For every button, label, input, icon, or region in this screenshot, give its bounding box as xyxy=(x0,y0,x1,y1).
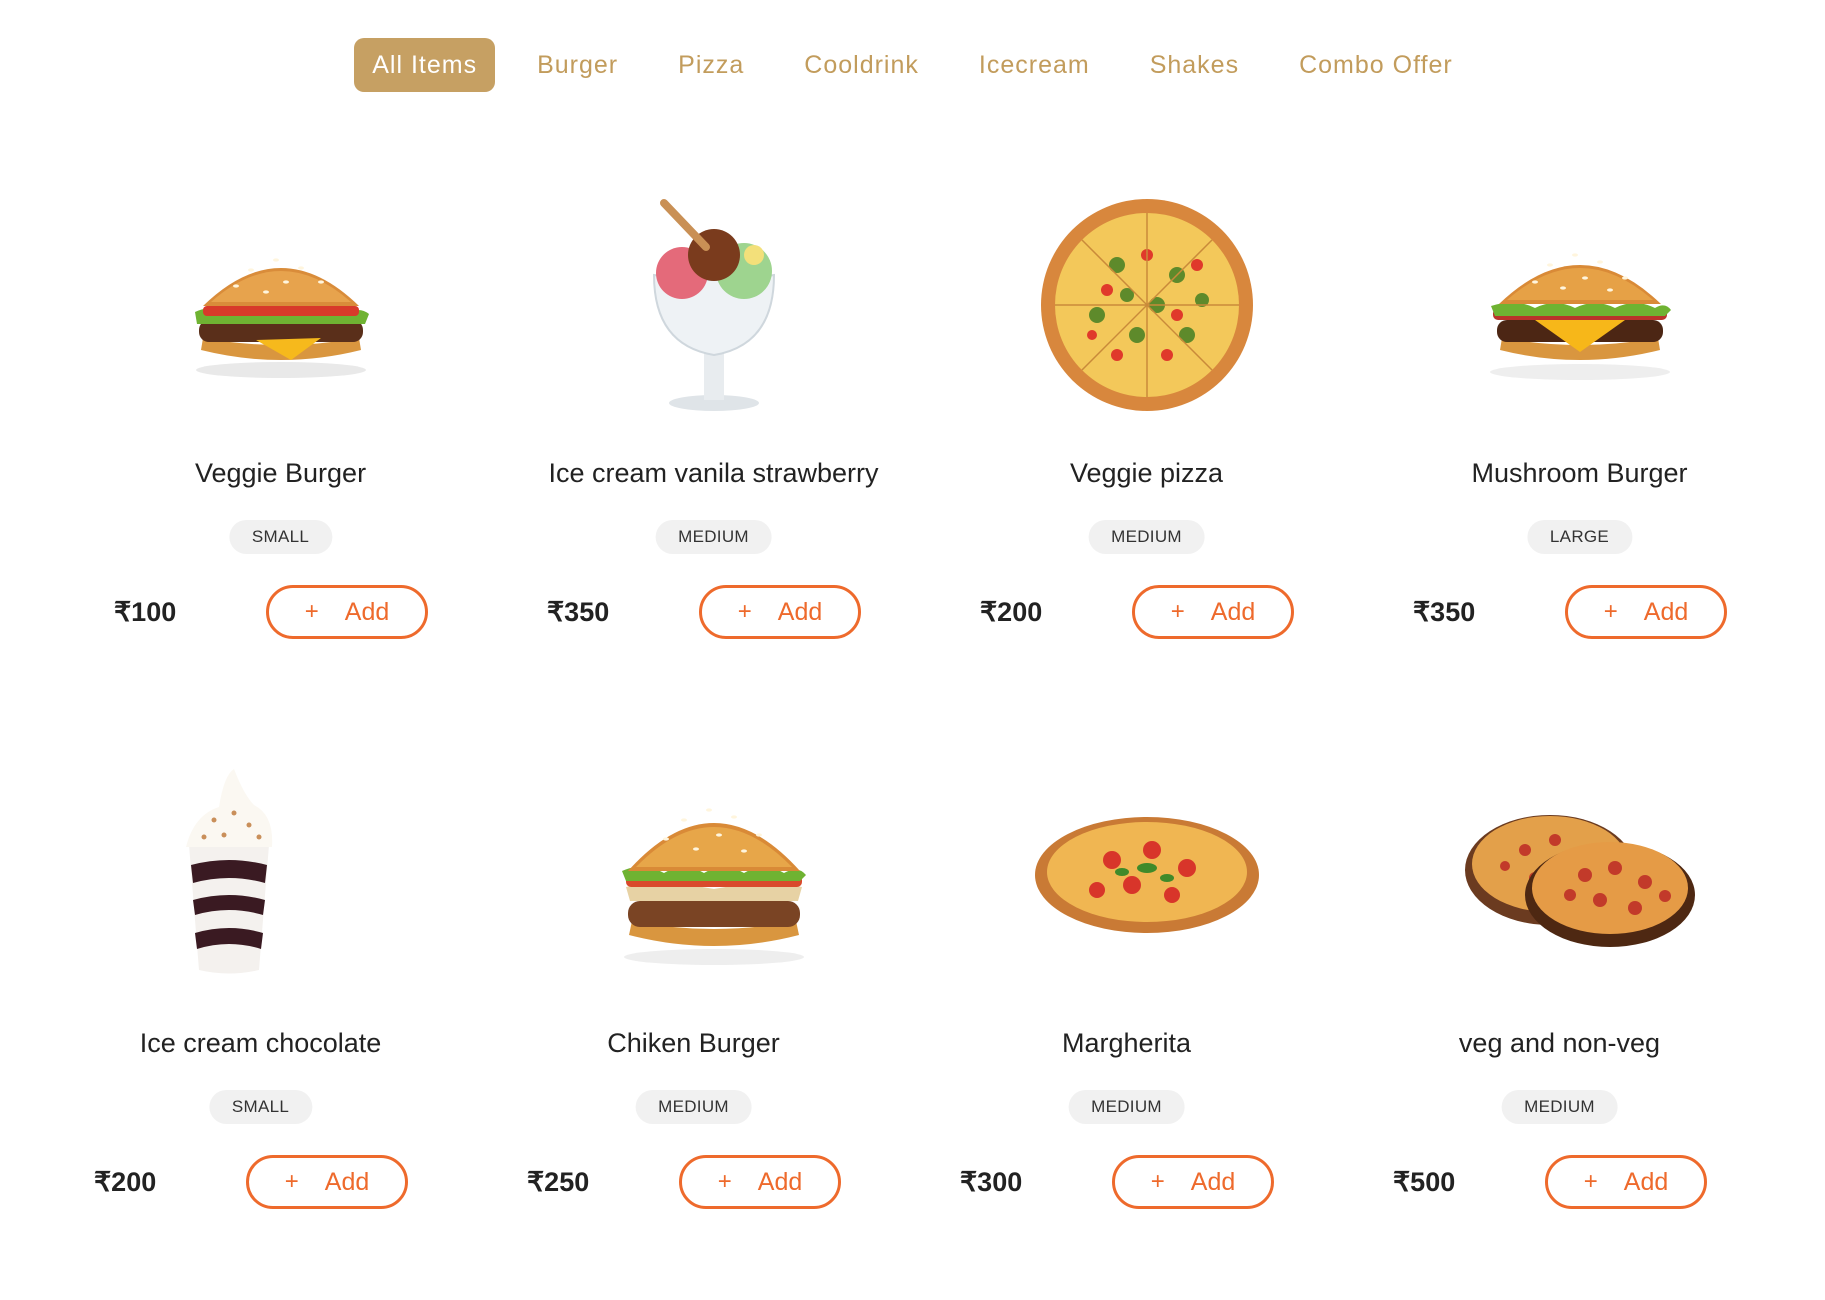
add-button-label: Add xyxy=(777,597,823,626)
product-card: Ice cream vanila strawberry MEDIUM ₹350 … xyxy=(497,160,930,730)
product-card: Chiken Burger MEDIUM ₹250 + Add xyxy=(497,730,930,1300)
tab-all-items[interactable]: All Items xyxy=(354,38,496,92)
add-to-cart-button[interactable]: + Add xyxy=(699,585,861,639)
product-price: ₹250 xyxy=(527,1167,590,1197)
product-name: Veggie Burger xyxy=(194,458,367,488)
plus-icon: + xyxy=(1170,598,1185,625)
size-badge: MEDIUM xyxy=(1501,1090,1618,1124)
product-name: veg and non-veg xyxy=(1458,1028,1661,1058)
chicken-burger-image xyxy=(497,730,930,1020)
product-card: Ice cream chocolate SMALL ₹200 + Add xyxy=(64,730,497,1300)
veggie-pizza-image xyxy=(930,160,1363,450)
add-to-cart-button[interactable]: + Add xyxy=(679,1155,841,1209)
size-badge: MEDIUM xyxy=(655,520,772,554)
product-price: ₹350 xyxy=(1413,597,1476,627)
tab-shakes[interactable]: Shakes xyxy=(1132,38,1257,92)
product-grid: Veggie Burger SMALL ₹100 + Add Ice cream… xyxy=(64,160,1796,1300)
product-price: ₹100 xyxy=(114,597,177,627)
product-name: Margherita xyxy=(1061,1028,1192,1058)
add-to-cart-button[interactable]: + Add xyxy=(246,1155,408,1209)
add-to-cart-button[interactable]: + Add xyxy=(1545,1155,1707,1209)
plus-icon: + xyxy=(717,1168,732,1195)
size-badge: SMALL xyxy=(208,1090,313,1124)
add-button-label: Add xyxy=(1623,1167,1669,1196)
category-filter-tabs: All Items Burger Pizza Cooldrink Icecrea… xyxy=(0,38,1825,92)
plus-icon: + xyxy=(284,1168,299,1195)
add-to-cart-button[interactable]: + Add xyxy=(266,585,428,639)
tab-combo-offer[interactable]: Combo Offer xyxy=(1281,38,1471,92)
plus-icon: + xyxy=(304,598,319,625)
plus-icon: + xyxy=(1583,1168,1598,1195)
add-button-label: Add xyxy=(757,1167,803,1196)
product-card: veg and non-veg MEDIUM ₹500 + Add xyxy=(1363,730,1796,1300)
product-price: ₹350 xyxy=(547,597,610,627)
product-card: Margherita MEDIUM ₹300 + Add xyxy=(930,730,1363,1300)
product-name: Mushroom Burger xyxy=(1471,458,1688,488)
pepperoni-pizzas-image xyxy=(1363,730,1796,1020)
burger-image xyxy=(64,160,497,450)
add-to-cart-button[interactable]: + Add xyxy=(1565,585,1727,639)
ice-cream-sundae-image xyxy=(497,160,930,450)
chocolate-sundae-image xyxy=(64,730,497,1020)
product-card: Veggie pizza MEDIUM ₹200 + Add xyxy=(930,160,1363,730)
tab-icecream[interactable]: Icecream xyxy=(961,38,1108,92)
product-name: Ice cream vanila strawberry xyxy=(548,458,879,488)
plus-icon: + xyxy=(737,598,752,625)
add-button-label: Add xyxy=(1210,597,1256,626)
product-card: Mushroom Burger LARGE ₹350 + Add xyxy=(1363,160,1796,730)
add-button-label: Add xyxy=(1643,597,1689,626)
product-price: ₹200 xyxy=(94,1167,157,1197)
plus-icon: + xyxy=(1150,1168,1165,1195)
size-badge: MEDIUM xyxy=(1088,520,1205,554)
product-name: Chiken Burger xyxy=(607,1028,780,1058)
tab-cooldrink[interactable]: Cooldrink xyxy=(786,38,937,92)
tab-burger[interactable]: Burger xyxy=(519,38,636,92)
size-badge: MEDIUM xyxy=(1068,1090,1185,1124)
cheese-burger-image xyxy=(1363,160,1796,450)
product-name: Ice cream chocolate xyxy=(139,1028,382,1058)
plus-icon: + xyxy=(1603,598,1618,625)
size-badge: MEDIUM xyxy=(635,1090,752,1124)
product-card: Veggie Burger SMALL ₹100 + Add xyxy=(64,160,497,730)
margherita-pizza-image xyxy=(930,730,1363,1020)
product-price: ₹200 xyxy=(980,597,1043,627)
tab-pizza[interactable]: Pizza xyxy=(660,38,762,92)
size-badge: SMALL xyxy=(228,520,333,554)
size-badge: LARGE xyxy=(1526,520,1633,554)
add-button-label: Add xyxy=(344,597,390,626)
add-button-label: Add xyxy=(324,1167,370,1196)
product-price: ₹500 xyxy=(1393,1167,1456,1197)
add-button-label: Add xyxy=(1190,1167,1236,1196)
add-to-cart-button[interactable]: + Add xyxy=(1132,585,1294,639)
add-to-cart-button[interactable]: + Add xyxy=(1112,1155,1274,1209)
product-price: ₹300 xyxy=(960,1167,1023,1197)
product-name: Veggie pizza xyxy=(1069,458,1224,488)
